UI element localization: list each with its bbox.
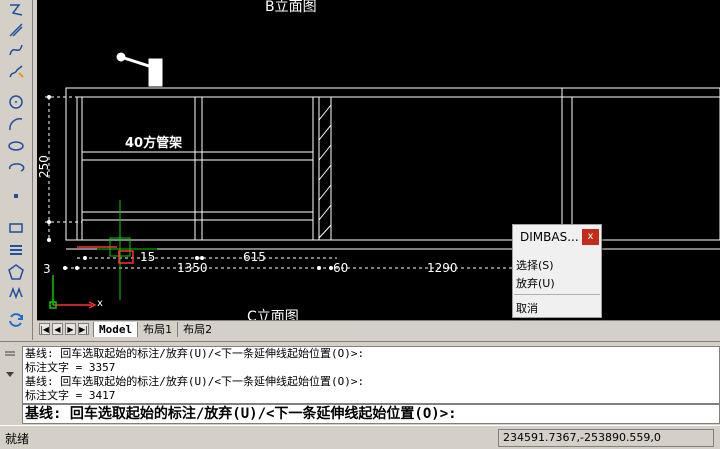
polyline-icon[interactable]	[5, 0, 27, 20]
command-window: 基线: 回车选取起始的标注/放弃(U)/<下一条延伸线起始位置(O)>: 标注文…	[0, 341, 720, 425]
tab-model[interactable]: Model	[93, 321, 138, 337]
command-history: 基线: 回车选取起始的标注/放弃(U)/<下一条延伸线起始位置(O)>: 标注文…	[22, 346, 720, 404]
history-line: 标注文字 = 3357	[25, 361, 116, 374]
dim-250-label: 250	[37, 155, 51, 178]
outer-frame	[65, 87, 720, 241]
command-input[interactable]: 基线: 回车选取起始的标注/放弃(U)/<下一条延伸线起始位置(O)>:	[22, 404, 720, 424]
line-icon[interactable]	[5, 20, 27, 40]
status-text: 就绪	[5, 432, 30, 446]
tab-layout1[interactable]: 布局1	[137, 321, 177, 337]
hatch-icon[interactable]	[5, 240, 27, 260]
cad-drawing	[45, 52, 720, 309]
dim-615-label: 615	[243, 250, 266, 264]
layout-tabs: |◀ ◀ ▶ ▶| Model 布局1 布局2	[37, 320, 720, 337]
ucs-icon	[53, 301, 97, 309]
history-line: 标注文字 = 3417	[25, 389, 116, 402]
pipe-rack-label: 40方管架	[125, 136, 183, 151]
history-line: 基线: 回车选取起始的标注/放弃(U)/<下一条延伸线起始位置(O)>:	[25, 347, 365, 360]
tab-layout2[interactable]: 布局2	[177, 321, 217, 337]
dim-15-label: 15	[140, 250, 156, 264]
dimbaseline-popup: DIMBAS... x 选择(S) 放弃(U) 取消	[512, 224, 602, 318]
dim-3-label: 3	[43, 262, 51, 276]
axis-x-label: x	[97, 298, 103, 309]
faucet-symbol	[116, 52, 163, 87]
popup-option-cancel[interactable]: 取消	[516, 300, 538, 316]
last-tab-button[interactable]: ▶|	[78, 323, 89, 335]
ellipse-arc-icon[interactable]	[5, 158, 27, 178]
wipeout-icon[interactable]	[5, 282, 27, 302]
circle-icon[interactable]	[5, 92, 27, 112]
popup-title: DIMBAS...	[520, 230, 579, 244]
b-elevation-title: B立面图	[265, 0, 317, 15]
first-tab-button[interactable]: |◀	[39, 323, 50, 335]
status-bar: 就绪 234591.7367,-253890.559,0	[0, 425, 720, 449]
spline-icon[interactable]	[5, 40, 27, 60]
arc-icon[interactable]	[5, 114, 27, 134]
region-icon[interactable]	[5, 262, 27, 282]
dim-1350-label: 1350	[177, 261, 208, 275]
freehand-icon[interactable]	[5, 62, 27, 82]
point-icon[interactable]	[5, 186, 27, 206]
drawing-canvas[interactable]: B立面图 40方管架 250 15 615 1350 60 1290 3 x C…	[37, 0, 720, 320]
command-window-grip[interactable]	[0, 342, 20, 426]
popup-option-undo[interactable]: 放弃(U)	[516, 275, 555, 291]
close-icon[interactable]: x	[582, 229, 599, 245]
rectangle-icon[interactable]	[5, 218, 27, 238]
next-tab-button[interactable]: ▶	[65, 323, 76, 335]
history-line: 基线: 回车选取起始的标注/放弃(U)/<下一条延伸线起始位置(O)>:	[25, 375, 365, 388]
c-elevation-title: C立面图	[247, 309, 299, 320]
popup-title-bar[interactable]: DIMBAS... x	[513, 225, 601, 249]
dim-1290-label: 1290	[427, 261, 458, 275]
refresh-icon[interactable]	[5, 310, 27, 330]
prev-tab-button[interactable]: ◀	[52, 323, 63, 335]
inner-frame	[76, 96, 720, 241]
coordinate-readout: 234591.7367,-253890.559,0	[498, 429, 714, 447]
popup-option-select[interactable]: 选择(S)	[516, 257, 554, 273]
ellipse-icon[interactable]	[5, 136, 27, 156]
dim-60-label: 60	[333, 261, 349, 275]
popup-separator	[514, 294, 600, 295]
draw-toolbar	[0, 0, 33, 340]
